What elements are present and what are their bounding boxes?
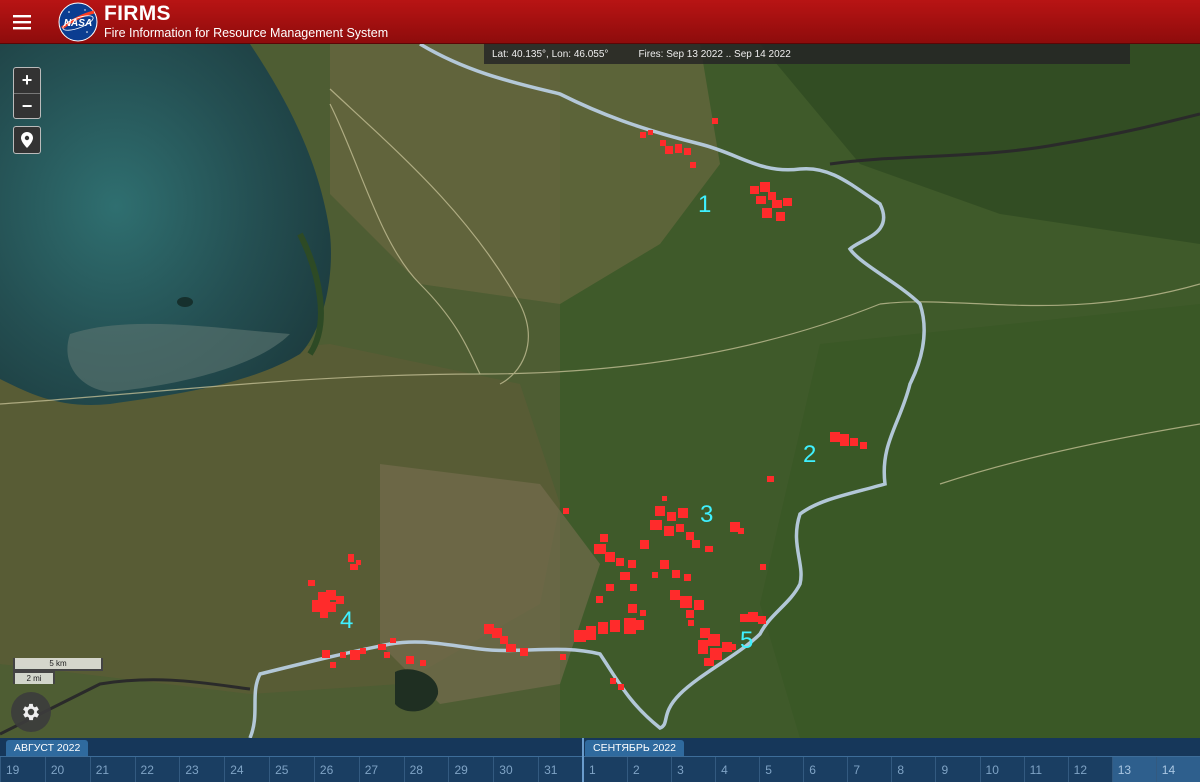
month-tab-august[interactable]: АВГУСТ 2022: [6, 740, 89, 756]
info-bar: Lat: 40.135°, Lon: 46.055° Fires: Sep 13…: [484, 44, 1130, 64]
day-aug-23[interactable]: 23: [179, 757, 224, 782]
day-aug-21[interactable]: 21: [89, 757, 135, 782]
zoom-control: + −: [13, 67, 41, 119]
scale-km: 5 km: [13, 658, 103, 671]
scale-mi: 2 mi: [13, 671, 55, 684]
scale-bar: 5 km 2 mi: [13, 658, 103, 684]
day-aug-29[interactable]: 29: [448, 757, 493, 782]
satellite-map[interactable]: 1 2 3 4 5: [0, 44, 1200, 738]
day-aug-31[interactable]: 31: [538, 757, 583, 782]
title-block: FIRMS Fire Information for Resource Mana…: [104, 3, 388, 40]
timeline-days: 19 20 21 22 23 24 25 26 27 28 29 30 31 1 2 3 4 5 6 7 8 9 10 11 1…: [0, 756, 1200, 782]
day-sep-9[interactable]: 9: [935, 757, 979, 782]
locate-button[interactable]: [13, 126, 41, 154]
cluster-label-4: 4: [340, 607, 353, 634]
day-aug-28[interactable]: 28: [403, 757, 449, 782]
cluster-label-2: 2: [803, 441, 816, 468]
day-aug-22[interactable]: 22: [134, 757, 180, 782]
firms-app: NASA FIRMS Fire Information for Resource…: [0, 0, 1200, 782]
day-sep-10[interactable]: 10: [979, 757, 1024, 782]
day-sep-5[interactable]: 5: [759, 757, 803, 782]
day-sep-6[interactable]: 6: [803, 757, 847, 782]
zoom-in-button[interactable]: +: [14, 68, 40, 93]
gear-icon: [23, 703, 39, 721]
nasa-logo-text: NASA: [64, 18, 92, 29]
day-aug-24[interactable]: 24: [224, 757, 269, 782]
nasa-logo: NASA: [58, 2, 98, 41]
day-sep-8[interactable]: 8: [891, 757, 935, 782]
day-aug-27[interactable]: 27: [358, 757, 404, 782]
day-sep-13[interactable]: 13: [1111, 757, 1156, 782]
day-aug-20[interactable]: 20: [44, 757, 90, 782]
day-aug-30[interactable]: 30: [493, 757, 538, 782]
location-pin-icon: [21, 132, 33, 148]
app-title: FIRMS: [104, 2, 171, 26]
header-bar: NASA FIRMS Fire Information for Resource…: [0, 0, 1200, 44]
day-sep-4[interactable]: 4: [715, 757, 759, 782]
cluster-label-1: 1: [698, 191, 711, 218]
hamburger-icon: [13, 14, 31, 29]
fires-date-range: Fires: Sep 13 2022 .. Sep 14 2022: [638, 48, 791, 60]
day-sep-1[interactable]: 1: [582, 757, 627, 782]
day-sep-7[interactable]: 7: [847, 757, 891, 782]
day-sep-12[interactable]: 12: [1067, 757, 1112, 782]
hamburger-menu-button[interactable]: [0, 0, 44, 44]
cluster-label-5: 5: [740, 627, 753, 654]
day-sep-3[interactable]: 3: [671, 757, 715, 782]
settings-button[interactable]: [11, 692, 51, 732]
month-divider: [582, 738, 584, 782]
day-aug-19[interactable]: 19: [0, 757, 45, 782]
day-aug-26[interactable]: 26: [313, 757, 359, 782]
day-aug-25[interactable]: 25: [269, 757, 314, 782]
cursor-coordinates: Lat: 40.135°, Lon: 46.055°: [492, 48, 609, 60]
timeline: АВГУСТ 2022 СЕНТЯБРЬ 2022 19 20 21 22 23 24 25…: [0, 738, 1200, 782]
day-sep-11[interactable]: 11: [1023, 757, 1068, 782]
month-tab-september[interactable]: СЕНТЯБРЬ 2022: [585, 740, 684, 756]
day-sep-2[interactable]: 2: [627, 757, 671, 782]
cluster-label-3: 3: [700, 501, 713, 528]
zoom-out-button[interactable]: −: [14, 94, 40, 119]
terrain-forest-east: [760, 304, 1200, 738]
timeline-months: АВГУСТ 2022 СЕНТЯБРЬ 2022: [0, 738, 1200, 756]
day-sep-14[interactable]: 14: [1155, 757, 1200, 782]
lake-island: [177, 297, 193, 307]
app-subtitle: Fire Information for Resource Management…: [104, 26, 389, 41]
